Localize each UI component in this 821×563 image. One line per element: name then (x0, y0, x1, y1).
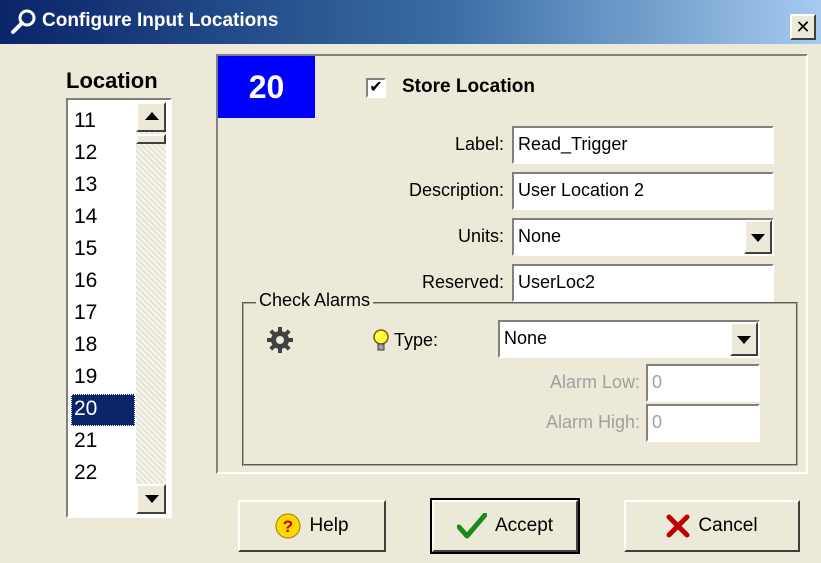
svg-text:?: ? (283, 517, 293, 536)
alarm-type-value: None (504, 328, 548, 348)
close-icon: ✕ (795, 17, 811, 37)
cancel-button-label: Cancel (698, 515, 758, 536)
alarm-type-label: Type: (394, 330, 439, 350)
location-list[interactable]: 11 12 13 14 15 16 17 18 19 20 21 22 (66, 98, 172, 518)
location-list-item[interactable]: 18 (71, 330, 135, 362)
alarm-type-select[interactable]: None (498, 320, 760, 358)
location-list-item[interactable]: 16 (71, 266, 135, 298)
help-button[interactable]: ? Help (238, 500, 386, 552)
alarm-low-label: Alarm Low: (549, 372, 640, 392)
alarm-high-input[interactable]: 0 (646, 404, 760, 442)
gear-icon (267, 327, 293, 353)
scroll-down-button[interactable] (136, 484, 166, 514)
scroll-thumb[interactable] (136, 134, 166, 144)
checkmark-icon (456, 513, 487, 539)
label-input[interactable]: Read_Trigger (512, 126, 774, 164)
location-details-panel: 20 ✔ Store Location Label: Read_Trigger … (216, 54, 808, 474)
alarm-high-label: Alarm High: (545, 412, 640, 432)
alarm-type-dropdown-button[interactable] (730, 322, 758, 356)
location-list-item[interactable]: 21 (71, 426, 135, 458)
dropdown-arrow-icon (737, 336, 751, 344)
label-field-label: Label: (454, 134, 504, 154)
scroll-up-button[interactable] (136, 102, 166, 132)
location-list-item[interactable]: 14 (71, 202, 135, 234)
cancel-button[interactable]: Cancel (624, 500, 800, 552)
location-items: 11 12 13 14 15 16 17 18 19 20 21 22 (71, 106, 135, 490)
help-icon: ? (275, 513, 301, 539)
location-number-badge: 20 (218, 56, 315, 118)
scroll-down-icon (145, 495, 159, 503)
window-title: Configure Input Locations (42, 10, 279, 31)
reserved-input[interactable]: UserLoc2 (512, 264, 774, 302)
check-alarms-title: Check Alarms (256, 290, 374, 311)
store-location-checkbox[interactable]: ✔ (366, 78, 386, 98)
location-list-item[interactable]: 15 (71, 234, 135, 266)
store-location-label: Store Location (402, 76, 536, 97)
check-alarms-group: Check Alarms Type: None Alarm Low: 0 Ala… (242, 290, 798, 466)
location-list-item[interactable]: 11 (71, 106, 135, 138)
description-field-label: Description: (408, 180, 504, 200)
dialog-body: Location 11 12 13 14 15 16 17 18 19 20 21 22 20 ✔ S… (0, 44, 821, 563)
wrench-icon (11, 9, 36, 34)
location-list-item[interactable]: 19 (71, 362, 135, 394)
accept-button-label: Accept (494, 515, 554, 536)
location-list-item[interactable]: 22 (71, 458, 135, 490)
alarm-low-input[interactable]: 0 (646, 364, 760, 402)
location-list-item[interactable]: 17 (71, 298, 135, 330)
dropdown-arrow-icon (751, 234, 765, 242)
units-select[interactable]: None (512, 218, 774, 256)
lightbulb-icon (373, 329, 389, 351)
location-list-item[interactable]: 12 (71, 138, 135, 170)
close-button[interactable]: ✕ (790, 14, 816, 40)
scroll-up-icon (145, 112, 159, 120)
units-field-label: Units: (457, 226, 504, 246)
units-select-value: None (518, 226, 562, 246)
location-heading: Location (66, 68, 158, 93)
help-button-label: Help (309, 515, 349, 536)
location-scrollbar[interactable] (136, 102, 166, 514)
units-dropdown-button[interactable] (744, 220, 772, 254)
location-list-item[interactable]: 13 (71, 170, 135, 202)
description-input[interactable]: User Location 2 (512, 172, 774, 210)
red-x-icon (666, 514, 690, 538)
title-bar: Configure Input Locations ✕ (0, 0, 821, 44)
accept-button[interactable]: Accept (430, 498, 580, 554)
location-list-item[interactable]: 20 (71, 394, 135, 426)
